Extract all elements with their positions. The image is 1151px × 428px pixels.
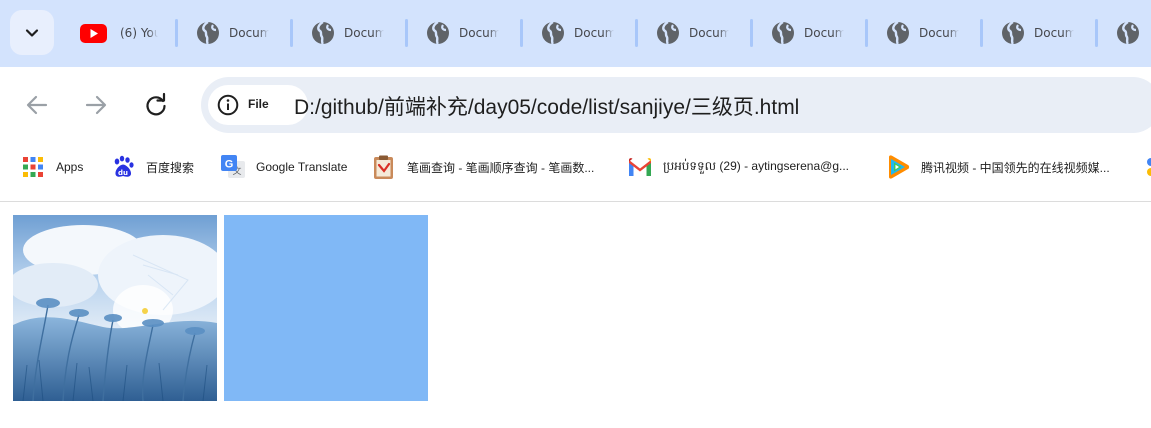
bookmark-label: 腾讯视频 - 中国领先的在线视频媒... bbox=[921, 160, 1110, 175]
tab-separator bbox=[1095, 19, 1098, 47]
reload-icon bbox=[146, 92, 166, 116]
arrow-left-icon bbox=[26, 95, 48, 115]
tab-search-button[interactable] bbox=[10, 10, 54, 55]
bookmark-label: ប្រអប់ទទួល (29) - aytingserena@g... bbox=[663, 159, 849, 173]
globe-icon bbox=[1001, 21, 1025, 45]
site-info-chip[interactable]: File bbox=[208, 85, 308, 125]
tab-title: Document bbox=[459, 26, 499, 40]
tab-title: Document bbox=[229, 26, 269, 40]
bookmark-apps[interactable]: Apps bbox=[20, 153, 83, 181]
tab-document-partial[interactable] bbox=[1116, 19, 1140, 47]
globe-icon bbox=[656, 21, 680, 45]
arrow-right-icon bbox=[85, 95, 107, 115]
tab-title: Document bbox=[344, 26, 384, 40]
tab-separator bbox=[980, 19, 983, 47]
google-translate-icon: 文 G bbox=[220, 154, 246, 180]
tab-separator bbox=[290, 19, 293, 47]
bookmark-stroke-lookup[interactable]: 笔画查询 - 笔画顺序查询 - 笔画数... bbox=[371, 153, 594, 181]
globe-icon bbox=[311, 21, 335, 45]
tab-document[interactable]: Document bbox=[886, 19, 959, 47]
globe-icon bbox=[541, 21, 565, 45]
tab-separator bbox=[635, 19, 638, 47]
toolbar: File D:/github/前端补充/day05/code/list/sanj… bbox=[0, 67, 1151, 145]
bookmark-label: 百度搜索 bbox=[146, 160, 195, 175]
globe-icon bbox=[196, 21, 220, 45]
page-content bbox=[0, 202, 1151, 428]
baidu-icon: du bbox=[110, 154, 136, 180]
url-text[interactable]: D:/github/前端补充/day05/code/list/sanjiye/三… bbox=[294, 91, 799, 121]
tab-separator bbox=[750, 19, 753, 47]
tab-strip: (6) YouTube Document Document Document D… bbox=[0, 0, 1151, 67]
bookmark-label: Apps bbox=[56, 160, 84, 174]
info-icon bbox=[217, 94, 239, 120]
tab-title: Document bbox=[574, 26, 614, 40]
tab-title: Document bbox=[689, 26, 729, 40]
bookmark-baidu[interactable]: du 百度搜索 bbox=[110, 153, 194, 181]
forward-button[interactable] bbox=[78, 87, 114, 123]
apps-grid-icon bbox=[20, 154, 46, 180]
gmail-icon bbox=[627, 154, 653, 180]
tab-title: Document bbox=[919, 26, 959, 40]
clipboard-icon bbox=[371, 154, 397, 180]
tab-document[interactable]: Document bbox=[311, 19, 384, 47]
landscape-image bbox=[13, 215, 217, 401]
chevron-down-icon bbox=[25, 28, 39, 37]
bookmark-overflow-partial[interactable] bbox=[1140, 153, 1151, 181]
bookmark-label: Google Translate bbox=[256, 160, 348, 174]
svg-text:du: du bbox=[118, 169, 128, 177]
tab-separator bbox=[865, 19, 868, 47]
tab-document[interactable]: Document bbox=[1001, 19, 1074, 47]
tab-separator bbox=[520, 19, 523, 47]
svg-text:G: G bbox=[225, 159, 234, 171]
bookmark-google-translate[interactable]: 文 G Google Translate bbox=[220, 153, 347, 181]
tab-title: Document bbox=[1034, 26, 1074, 40]
tab-document[interactable]: Document bbox=[771, 19, 844, 47]
tencent-video-icon bbox=[885, 154, 911, 180]
tab-document[interactable]: Document bbox=[196, 19, 269, 47]
globe-icon bbox=[1116, 21, 1140, 45]
youtube-icon bbox=[80, 23, 107, 43]
bookmark-label: 笔画查询 - 笔画顺序查询 - 笔画数... bbox=[407, 160, 595, 175]
tab-title: (6) YouTube bbox=[120, 26, 158, 40]
bookmark-tencent-video[interactable]: 腾讯视频 - 中国领先的在线视频媒... bbox=[885, 153, 1110, 181]
globe-icon bbox=[771, 21, 795, 45]
blue-box bbox=[224, 215, 428, 401]
tab-separator bbox=[175, 19, 178, 47]
back-button[interactable] bbox=[19, 87, 55, 123]
tab-document[interactable]: Document bbox=[541, 19, 614, 47]
chip-label: File bbox=[248, 97, 269, 111]
bookmark-gmail[interactable]: ប្រអប់ទទួល (29) - aytingserena@g... bbox=[627, 153, 849, 181]
globe-icon bbox=[886, 21, 910, 45]
tab-separator bbox=[405, 19, 408, 47]
partial-bookmark-icon bbox=[1140, 154, 1151, 180]
address-bar[interactable]: File D:/github/前端补充/day05/code/list/sanj… bbox=[201, 77, 1151, 133]
tab-document[interactable]: Document bbox=[426, 19, 499, 47]
tab-youtube[interactable]: (6) YouTube bbox=[80, 19, 158, 47]
globe-icon bbox=[426, 21, 450, 45]
tab-document[interactable]: Document bbox=[656, 19, 729, 47]
tab-title: Document bbox=[804, 26, 844, 40]
bookmarks-bar: Apps du 百度搜索 文 G Google Translate 笔画查询 -… bbox=[0, 145, 1151, 202]
reload-button[interactable] bbox=[138, 87, 174, 123]
